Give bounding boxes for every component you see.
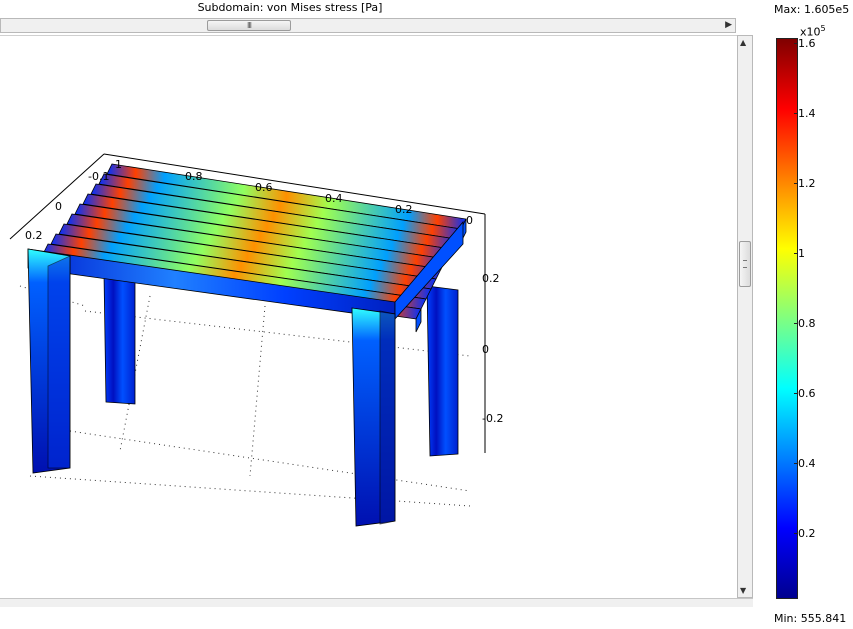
vertical-scrollbar[interactable]: ▲ ▼: [737, 35, 753, 598]
horizontal-scrollbar[interactable]: III ▶: [0, 18, 736, 33]
colorbar-tick-1-6: 1.6: [794, 37, 816, 50]
x-tick-0-8: 0.8: [185, 170, 203, 183]
down-arrow-icon[interactable]: ▼: [740, 586, 746, 595]
right-arrow-icon[interactable]: ▶: [725, 20, 732, 30]
z-tick-0-2: 0.2: [482, 272, 500, 285]
y-tick-neg-0-1: -0.1: [88, 170, 109, 183]
colorbar-tick-1-2: 1.2: [794, 177, 816, 190]
colorbar-tick-0-2: 0.2: [794, 527, 816, 540]
x-tick-0-6: 0.6: [255, 181, 273, 194]
up-arrow-icon[interactable]: ▲: [740, 38, 746, 47]
z-tick-neg-0-2: -0.2: [482, 412, 503, 425]
x-tick-0: 0: [466, 214, 473, 227]
table-stress-plot: 1 0.8 0.6 0.4 0.2 0 -0.1 0 0.2 0.2 0 -0.…: [9, 153, 503, 527]
colorbar-tick-0-8: 0.8: [794, 317, 816, 330]
x-tick-0-4: 0.4: [325, 192, 343, 205]
horizontal-scroll-thumb[interactable]: III: [207, 20, 291, 31]
colorbar-tick-1: 1: [794, 247, 805, 260]
x-tick-0-2: 0.2: [395, 203, 413, 216]
colorbar-ticks: 1.6 1.4 1.2 1 0.8 0.6 0.4 0.2: [794, 37, 838, 599]
vertical-scroll-thumb[interactable]: [739, 241, 751, 287]
colorbar-tick-0-4: 0.4: [794, 457, 816, 470]
z-tick-0: 0: [482, 343, 489, 356]
x-tick-1: 1: [115, 158, 122, 171]
axis-gridlines: [19, 285, 471, 507]
colorbar: [776, 38, 798, 599]
colorbar-tick-0-6: 0.6: [794, 387, 816, 400]
status-bar: [0, 598, 753, 607]
max-value-label: Max: 1.605e5: [774, 3, 850, 16]
min-value-label: Min: 555.841: [774, 612, 847, 625]
plot-title: Subdomain: von Mises stress [Pa]: [197, 1, 383, 14]
plot-canvas[interactable]: 1 0.8 0.6 0.4 0.2 0 -0.1 0 0.2 0.2 0 -0.…: [0, 35, 737, 599]
y-tick-0: 0: [55, 200, 62, 213]
colorbar-tick-1-4: 1.4: [794, 107, 816, 120]
y-tick-0-2: 0.2: [25, 229, 43, 242]
